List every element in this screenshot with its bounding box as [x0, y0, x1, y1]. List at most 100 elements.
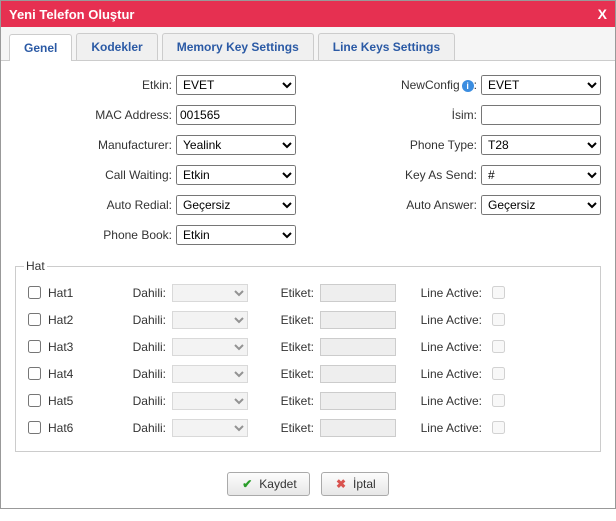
hat-name: Hat4: [48, 367, 73, 381]
button-bar: Kaydet İptal: [1, 462, 615, 508]
tab-general[interactable]: Genel: [9, 34, 72, 61]
label-mac: MAC Address:: [66, 108, 176, 122]
hat-name: Hat6: [48, 421, 73, 435]
tab-memory-keys[interactable]: Memory Key Settings: [162, 33, 314, 60]
hat-row: Hat1 Dahili: Etiket: Line Active:: [24, 279, 592, 306]
label-autoanswer: Auto Answer:: [371, 198, 481, 212]
hat-checkbox[interactable]: [28, 340, 41, 353]
field-isim: İsim:: [320, 105, 601, 125]
etiket-input[interactable]: [320, 338, 396, 356]
etiket-input[interactable]: [320, 365, 396, 383]
dahili-select[interactable]: [172, 284, 248, 302]
dahili-label: Dahili:: [118, 340, 168, 354]
close-icon[interactable]: X: [598, 6, 607, 22]
hat-row: Hat3 Dahili: Etiket: Line Active:: [24, 333, 592, 360]
etiket-input[interactable]: [320, 311, 396, 329]
lineactive-label: Line Active:: [404, 367, 484, 381]
hat-name: Hat1: [48, 286, 73, 300]
label-keyassend: Key As Send:: [371, 168, 481, 182]
select-etkin[interactable]: EVET: [176, 75, 296, 95]
cancel-icon: [334, 477, 348, 491]
input-mac[interactable]: [176, 105, 296, 125]
lineactive-label: Line Active:: [404, 313, 484, 327]
etiket-label: Etiket:: [256, 313, 316, 327]
etiket-label: Etiket:: [256, 340, 316, 354]
tab-codecs[interactable]: Kodekler: [76, 33, 157, 60]
hat-checkbox[interactable]: [28, 394, 41, 407]
hat-fieldset: Hat Hat1 Dahili: Etiket: Line Active: Hat2 Da…: [15, 259, 601, 452]
panel-general: Etkin: EVET NewConfigi: EVET MAC Address…: [1, 61, 615, 462]
check-icon: [240, 477, 254, 491]
lineactive-label: Line Active:: [404, 340, 484, 354]
lineactive-checkbox[interactable]: [492, 394, 505, 407]
label-autoredial: Auto Redial:: [66, 198, 176, 212]
hat-name: Hat3: [48, 340, 73, 354]
lineactive-label: Line Active:: [404, 421, 484, 435]
window-title: Yeni Telefon Oluştur: [9, 7, 134, 22]
select-phonetype[interactable]: T28: [481, 135, 601, 155]
dahili-select[interactable]: [172, 338, 248, 356]
dahili-label: Dahili:: [118, 367, 168, 381]
dialog-window: Yeni Telefon Oluştur X Genel Kodekler Me…: [0, 0, 616, 509]
select-autoredial[interactable]: Geçersiz: [176, 195, 296, 215]
hat-checkbox[interactable]: [28, 421, 41, 434]
info-icon[interactable]: i: [462, 80, 474, 92]
hat-row: Hat6 Dahili: Etiket: Line Active:: [24, 414, 592, 441]
dahili-label: Dahili:: [118, 421, 168, 435]
hat-name: Hat2: [48, 313, 73, 327]
etiket-label: Etiket:: [256, 394, 316, 408]
hat-row: Hat5 Dahili: Etiket: Line Active:: [24, 387, 592, 414]
lineactive-label: Line Active:: [404, 394, 484, 408]
select-autoanswer[interactable]: Geçersiz: [481, 195, 601, 215]
field-newconfig: NewConfigi: EVET: [320, 75, 601, 95]
hat-row: Hat4 Dahili: Etiket: Line Active:: [24, 360, 592, 387]
dahili-select[interactable]: [172, 311, 248, 329]
label-newconfig: NewConfigi:: [371, 78, 481, 92]
input-isim[interactable]: [481, 105, 601, 125]
dahili-select[interactable]: [172, 365, 248, 383]
field-phonetype: Phone Type: T28: [320, 135, 601, 155]
etiket-input[interactable]: [320, 284, 396, 302]
select-manufacturer[interactable]: Yealink: [176, 135, 296, 155]
label-isim: İsim:: [371, 108, 481, 122]
lineactive-label: Line Active:: [404, 286, 484, 300]
dahili-label: Dahili:: [118, 394, 168, 408]
cancel-button-label: İptal: [353, 477, 376, 491]
hat-checkbox[interactable]: [28, 367, 41, 380]
label-callwaiting: Call Waiting:: [66, 168, 176, 182]
field-keyassend: Key As Send: #: [320, 165, 601, 185]
save-button[interactable]: Kaydet: [227, 472, 309, 496]
etiket-label: Etiket:: [256, 421, 316, 435]
etiket-label: Etiket:: [256, 367, 316, 381]
lineactive-checkbox[interactable]: [492, 421, 505, 434]
dahili-select[interactable]: [172, 419, 248, 437]
lineactive-checkbox[interactable]: [492, 367, 505, 380]
lineactive-checkbox[interactable]: [492, 286, 505, 299]
dahili-select[interactable]: [172, 392, 248, 410]
field-autoredial: Auto Redial: Geçersiz: [15, 195, 296, 215]
tabstrip: Genel Kodekler Memory Key Settings Line …: [1, 27, 615, 61]
label-manufacturer: Manufacturer:: [66, 138, 176, 152]
hat-checkbox[interactable]: [28, 286, 41, 299]
hat-legend: Hat: [24, 259, 47, 273]
hat-name: Hat5: [48, 394, 73, 408]
field-etkin: Etkin: EVET: [15, 75, 296, 95]
hat-checkbox[interactable]: [28, 313, 41, 326]
dahili-label: Dahili:: [118, 286, 168, 300]
hat-row: Hat2 Dahili: Etiket: Line Active:: [24, 306, 592, 333]
etiket-input[interactable]: [320, 419, 396, 437]
lineactive-checkbox[interactable]: [492, 313, 505, 326]
lineactive-checkbox[interactable]: [492, 340, 505, 353]
cancel-button[interactable]: İptal: [321, 472, 389, 496]
dahili-label: Dahili:: [118, 313, 168, 327]
field-phonebook: Phone Book: Etkin: [15, 225, 296, 245]
select-callwaiting[interactable]: Etkin: [176, 165, 296, 185]
field-manufacturer: Manufacturer: Yealink: [15, 135, 296, 155]
tab-line-keys[interactable]: Line Keys Settings: [318, 33, 455, 60]
etiket-input[interactable]: [320, 392, 396, 410]
select-keyassend[interactable]: #: [481, 165, 601, 185]
select-phonebook[interactable]: Etkin: [176, 225, 296, 245]
field-callwaiting: Call Waiting: Etkin: [15, 165, 296, 185]
select-newconfig[interactable]: EVET: [481, 75, 601, 95]
etiket-label: Etiket:: [256, 286, 316, 300]
